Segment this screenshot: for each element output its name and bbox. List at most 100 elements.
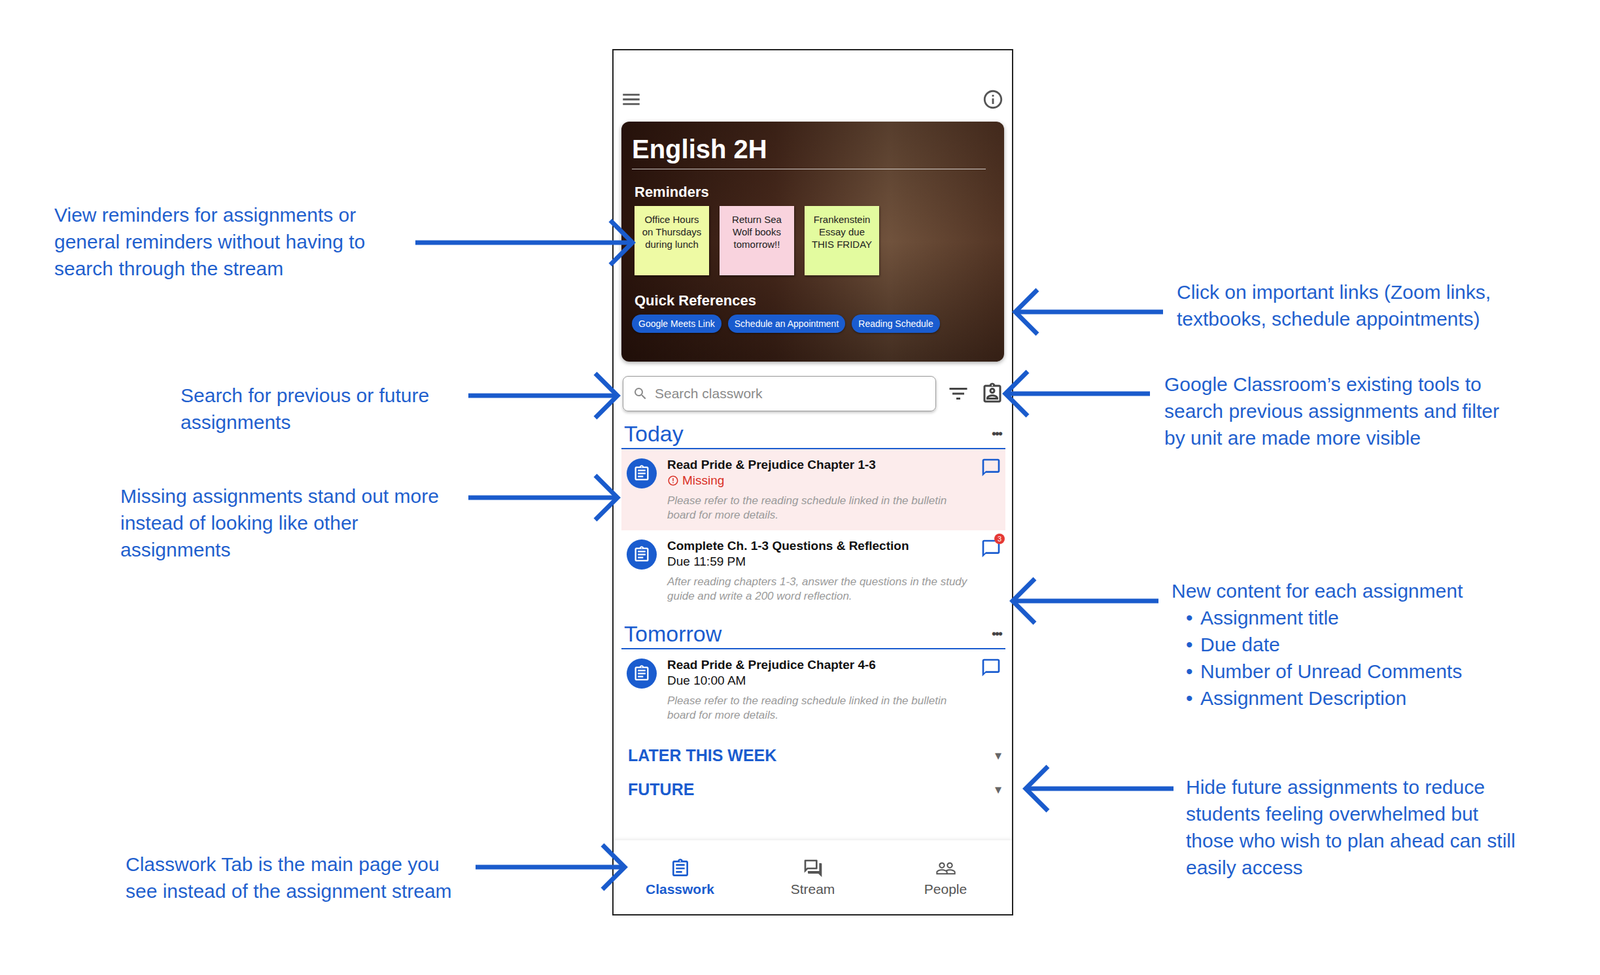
assignment-body: Complete Ch. 1-3 Questions & ReflectionD… — [667, 538, 968, 604]
annotation: Hide future assignments to reducestudent… — [1185, 773, 1516, 882]
assigned-to-me-icon[interactable] — [980, 382, 1005, 406]
filter-icon[interactable] — [946, 382, 971, 406]
arrow-icon — [1006, 285, 1173, 339]
section-title: Today — [624, 419, 684, 449]
clipboard-icon — [632, 545, 651, 564]
assignment-description: Please refer to the reading schedule lin… — [667, 694, 968, 723]
assignment-item[interactable]: Read Pride & Prejudice Chapter 1-3Missin… — [621, 449, 1006, 531]
arrow-icon — [406, 216, 642, 269]
nav-tab[interactable]: Classwork — [613, 840, 747, 915]
annotation-line: general reminders without having to — [54, 228, 366, 256]
assignment-status: Due 10:00 AM — [667, 673, 968, 689]
unread-badge: 3 — [994, 533, 1005, 545]
quick-references-label: Quick References — [631, 292, 994, 310]
assignment-description: After reading chapters 1-3, answer the q… — [667, 574, 968, 604]
arrow-icon — [459, 369, 627, 422]
assignment-body: Read Pride & Prejudice Chapter 4-6Due 10… — [667, 657, 968, 723]
search-row: Search classwork — [622, 376, 1005, 412]
annotation-line: students feeling overwhelmed but — [1185, 800, 1516, 828]
annotation-line: instead of looking like other — [120, 509, 439, 537]
assignment-item[interactable]: Read Pride & Prejudice Chapter 4-6Due 10… — [621, 649, 1006, 731]
annotation-line: Search for previous or future — [180, 382, 430, 409]
annotation-line: those who wish to plan ahead can still — [1185, 827, 1516, 855]
clipboard-icon — [632, 464, 651, 483]
annotation-line: Click on important links (Zoom links, — [1176, 278, 1491, 306]
course-title: English 2H — [631, 133, 986, 170]
annotation-line: search through the stream — [54, 255, 366, 282]
collapsed-section[interactable]: LATER THIS WEEK ▾ — [621, 730, 1006, 770]
arrow-icon — [459, 471, 627, 524]
search-icon — [632, 385, 649, 402]
arrow-icon — [466, 841, 634, 894]
assignment-title[interactable]: Read Pride & Prejudice Chapter 1-3 — [667, 457, 968, 473]
phone-screen: English 2H Reminders Office Hours on Thurs… — [612, 49, 1014, 916]
assignment-badge — [626, 458, 657, 489]
annotation: Click on important links (Zoom links,tex… — [1176, 278, 1491, 333]
collapsed-section-title: LATER THIS WEEK — [627, 745, 777, 766]
annotation-bullet: •Number of Unread Comments — [1171, 658, 1463, 685]
collapsed-section[interactable]: FUTURE▾ — [621, 769, 1006, 804]
reference-link[interactable]: Google Meets Link — [631, 314, 722, 333]
annotation-line: easily access — [1185, 854, 1516, 882]
reminder-note[interactable]: Frankenstein Essay due THIS FRIDAY — [804, 206, 880, 276]
comments-button[interactable]: 3 — [980, 538, 1002, 560]
annotation-bullet: •Due date — [1171, 631, 1463, 659]
alert-icon — [667, 474, 679, 487]
annotation-bullet: •Assignment Description — [1171, 684, 1463, 712]
annotation-line: see instead of the assignment stream — [125, 877, 453, 905]
reminder-note[interactable]: Office Hours on Thursdays during lunch — [634, 206, 710, 276]
annotation: Classwork Tab is the main page yousee in… — [125, 851, 453, 905]
more-button[interactable]: ••• — [991, 426, 1002, 449]
comments-button[interactable] — [980, 457, 1002, 479]
annotation-line: Hide future assignments to reduce — [1185, 773, 1516, 801]
comments-button[interactable] — [980, 657, 1002, 679]
arrow-icon — [1003, 574, 1168, 628]
assignment-badge — [626, 658, 657, 689]
expand-caret[interactable]: ▾ — [994, 747, 1002, 764]
annotated-mockup: View reminders for assignments orgeneral… — [0, 0, 1600, 975]
clipboard-icon — [669, 858, 691, 880]
reminder-note[interactable]: Return Sea Wolf books tomorrow!! — [719, 206, 795, 276]
annotation-line: New content for each assignment — [1171, 577, 1463, 605]
annotation-line: by unit are made more visible — [1164, 424, 1500, 452]
annotation-line: Missing assignments stand out more — [120, 482, 439, 510]
bottom-nav: ClassworkStreamPeople — [613, 840, 1012, 915]
section-header: Today ••• — [621, 419, 1006, 450]
annotation: Missing assignments stand out moreinstea… — [120, 482, 439, 564]
search-field[interactable]: Search classwork — [622, 376, 937, 412]
expand-caret[interactable]: ▾ — [994, 781, 1002, 798]
menu-icon[interactable] — [620, 88, 643, 111]
quick-references-row: Google Meets Link Schedule an Appointment… — [631, 314, 994, 333]
assignment-status: Missing — [667, 472, 968, 489]
comment-icon[interactable] — [980, 457, 1002, 479]
more-button[interactable]: ••• — [991, 626, 1002, 649]
annotation-line: textbooks, schedule appointments) — [1176, 305, 1491, 333]
annotation-line: View reminders for assignments or — [54, 201, 366, 229]
assignment-title[interactable]: Complete Ch. 1-3 Questions & Reflection — [667, 538, 968, 555]
annotation: New content for each assignment •Assignme… — [1171, 577, 1463, 712]
chat-icon — [802, 858, 824, 880]
info-icon[interactable] — [981, 88, 1005, 111]
annotation: Google Classroom’s existing tools tosear… — [1164, 370, 1500, 452]
nav-tab[interactable]: People — [879, 840, 1012, 915]
assignment-item[interactable]: Complete Ch. 1-3 Questions & ReflectionD… — [621, 530, 1006, 612]
annotation-line: Google Classroom’s existing tools to — [1164, 370, 1500, 398]
arrow-icon — [996, 367, 1160, 420]
reminders-label: Reminders — [631, 183, 994, 201]
annotation-line: search previous assignments and filter — [1164, 397, 1500, 425]
annotation-line: assignments — [120, 536, 439, 564]
assignment-title[interactable]: Read Pride & Prejudice Chapter 4-6 — [667, 657, 968, 674]
reference-link[interactable]: Schedule an Appointment — [728, 314, 846, 333]
annotation: View reminders for assignments orgeneral… — [54, 201, 366, 282]
section-header: Tomorrow ••• — [621, 619, 1006, 650]
people-icon — [935, 858, 957, 880]
comment-icon[interactable] — [980, 657, 1002, 679]
assignment-badge — [626, 539, 657, 570]
reference-link[interactable]: Reading Schedule — [851, 314, 940, 333]
assignment-description: Please refer to the reading schedule lin… — [667, 493, 968, 523]
course-banner: English 2H Reminders Office Hours on Thurs… — [621, 121, 1005, 362]
classwork-list: Today•••Read Pride & Prejudice Chapter 1… — [613, 411, 1012, 841]
section-title: Tomorrow — [624, 619, 722, 649]
assignment-status: Due 11:59 PM — [667, 554, 968, 570]
nav-tab[interactable]: Stream — [746, 840, 880, 915]
